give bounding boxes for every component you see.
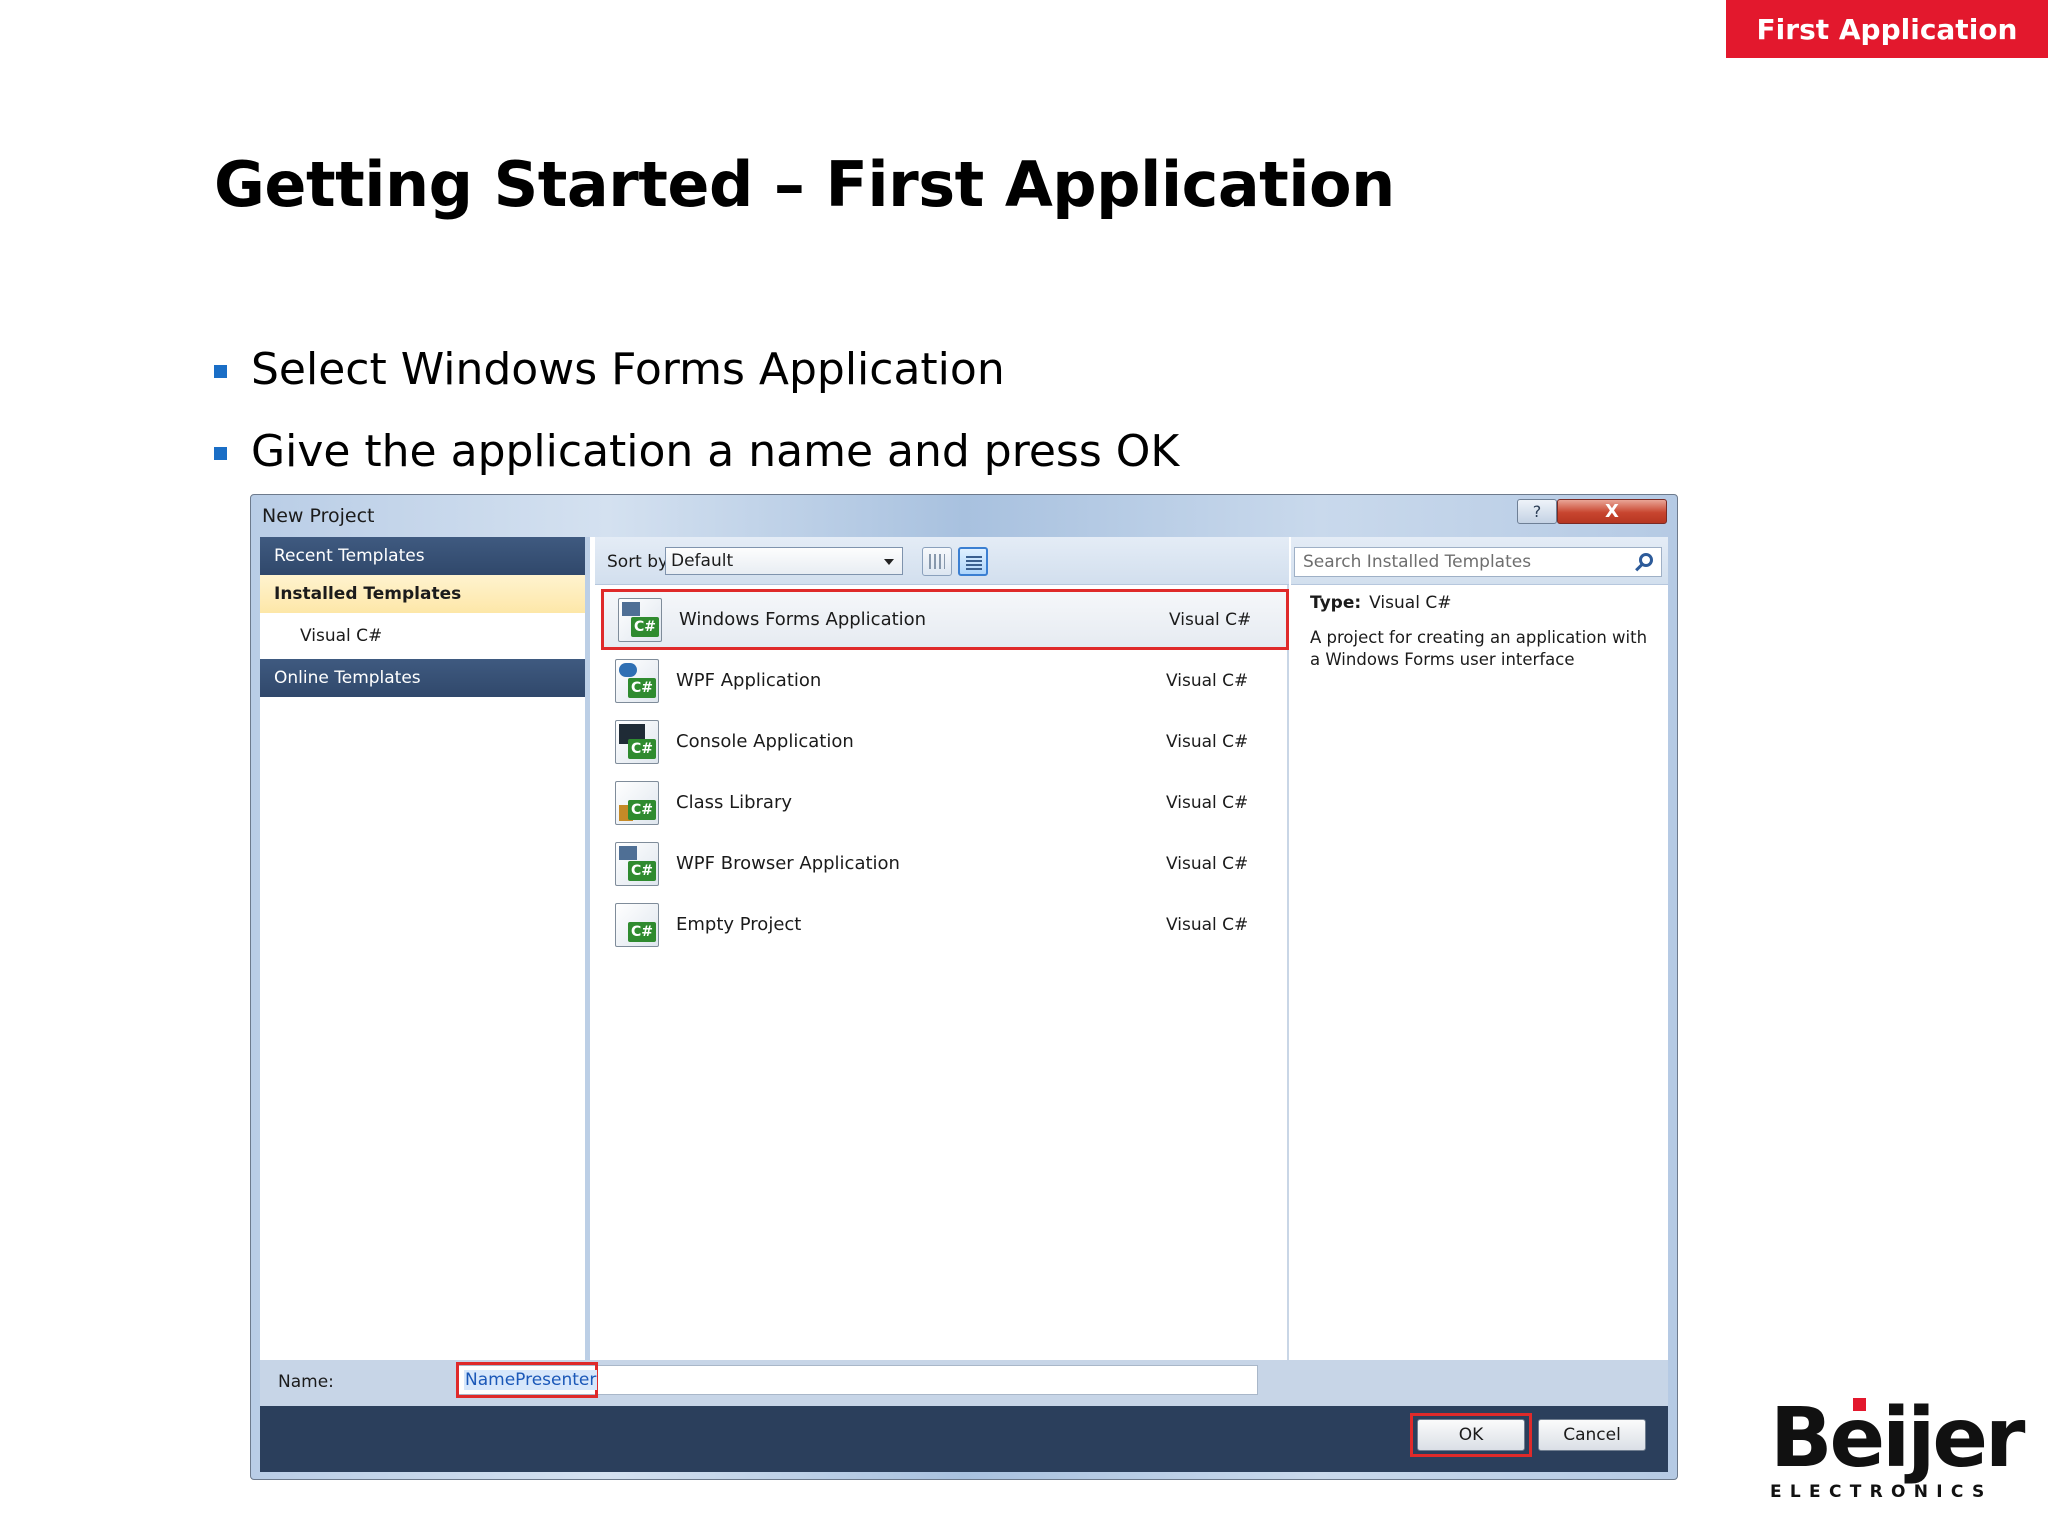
template-language: Visual C# (1166, 670, 1249, 691)
template-name: WPF Browser Application (676, 853, 900, 874)
name-strip: Name: NamePresenter (260, 1360, 1668, 1406)
class-library-icon: C# (615, 780, 659, 825)
wpf-browser-icon: C# (615, 841, 659, 886)
dialog-button-bar: OK Cancel (260, 1406, 1668, 1472)
type-label: Type: (1310, 593, 1362, 613)
dialog-body: Recent Templates Installed Templates Vis… (260, 537, 1668, 1360)
template-language: Visual C# (1166, 853, 1249, 874)
close-button[interactable]: X (1557, 499, 1667, 524)
section-tab: First Application (1726, 0, 2048, 58)
beijer-logo: Beijer ELECTRONICS (1770, 1391, 2025, 1503)
logo-wordmark: Beijer (1770, 1391, 2025, 1486)
template-name: WPF Application (676, 670, 822, 691)
list-view-icon (966, 555, 982, 570)
template-name: Console Application (676, 731, 854, 752)
template-name: Class Library (676, 792, 793, 813)
help-button[interactable]: ? (1517, 499, 1557, 524)
sort-label: Sort by: (607, 552, 673, 572)
small-icons-view-button[interactable] (922, 547, 952, 576)
template-type: Type: Visual C# (1310, 593, 1451, 613)
bullet-square-icon (214, 364, 227, 378)
console-icon: C# (615, 719, 659, 764)
logo-subtitle: ELECTRONICS (1770, 1482, 1993, 1502)
search-icon[interactable] (1639, 553, 1653, 567)
template-empty-project[interactable]: C# Empty Project Visual C# (601, 894, 1289, 955)
bullet-text: Select Windows Forms Application (251, 343, 1005, 395)
ok-button[interactable]: OK (1417, 1419, 1525, 1451)
name-label: Name: (278, 1372, 334, 1392)
sort-value: Default (671, 551, 734, 571)
template-name: Empty Project (676, 914, 802, 935)
template-windows-forms[interactable]: C# Windows Forms Application Visual C# (601, 589, 1289, 650)
nav-online-templates[interactable]: Online Templates (260, 659, 585, 697)
template-language: Visual C# (1166, 914, 1249, 935)
nav-recent-templates[interactable]: Recent Templates (260, 537, 585, 575)
bullet-square-icon (214, 446, 227, 460)
template-wpf-browser[interactable]: C# WPF Browser Application Visual C# (601, 833, 1289, 894)
nav-visual-cs[interactable]: Visual C# (260, 613, 585, 659)
winforms-icon: C# (618, 597, 662, 642)
template-language: Visual C# (1169, 609, 1252, 630)
search-templates-input[interactable]: Search Installed Templates (1294, 547, 1662, 577)
dialog-title: New Project (262, 505, 375, 527)
bullet-item: Give the application a name and press OK (214, 410, 1179, 492)
template-language: Visual C# (1166, 731, 1249, 752)
bullet-text: Give the application a name and press OK (251, 425, 1180, 477)
template-toolbar: Sort by: Default (595, 537, 1289, 585)
nav-installed-templates[interactable]: Installed Templates (260, 575, 585, 613)
template-nav: Recent Templates Installed Templates Vis… (260, 537, 590, 1360)
template-language: Visual C# (1166, 792, 1249, 813)
template-details-panel: Search Installed Templates Type: Visual C… (1291, 537, 1668, 1360)
project-name-value: NamePresenter (464, 1370, 598, 1390)
sort-dropdown[interactable]: Default (665, 547, 903, 575)
dialog-titlebar[interactable]: New Project ? X (251, 495, 1677, 537)
wpf-icon: C# (615, 658, 659, 703)
list-view-button[interactable] (958, 547, 988, 576)
new-project-dialog: New Project ? X Recent Templates Install… (250, 494, 1678, 1480)
type-value: Visual C# (1369, 593, 1452, 613)
empty-project-icon: C# (615, 902, 659, 947)
bullet-item: Select Windows Forms Application (214, 328, 1179, 410)
chevron-down-icon (884, 559, 894, 565)
template-class-library[interactable]: C# Class Library Visual C# (601, 772, 1289, 833)
template-name: Windows Forms Application (679, 609, 927, 630)
template-console[interactable]: C# Console Application Visual C# (601, 711, 1289, 772)
bullet-list: Select Windows Forms Application Give th… (214, 328, 1179, 492)
cancel-button[interactable]: Cancel (1538, 1419, 1646, 1451)
template-list: C# Windows Forms Application Visual C# C… (601, 589, 1289, 955)
template-list-panel: Sort by: Default C# Windows Forms Applic… (595, 537, 1289, 1360)
template-wpf[interactable]: C# WPF Application Visual C# (601, 650, 1289, 711)
logo-red-dot (1853, 1398, 1866, 1411)
slide-title: Getting Started – First Application (214, 148, 1395, 221)
search-toolbar: Search Installed Templates (1291, 537, 1668, 585)
project-name-highlight[interactable]: NamePresenter (456, 1362, 598, 1398)
search-placeholder: Search Installed Templates (1303, 552, 1532, 572)
grid-view-icon (929, 554, 945, 569)
template-description: A project for creating an application wi… (1310, 628, 1648, 669)
